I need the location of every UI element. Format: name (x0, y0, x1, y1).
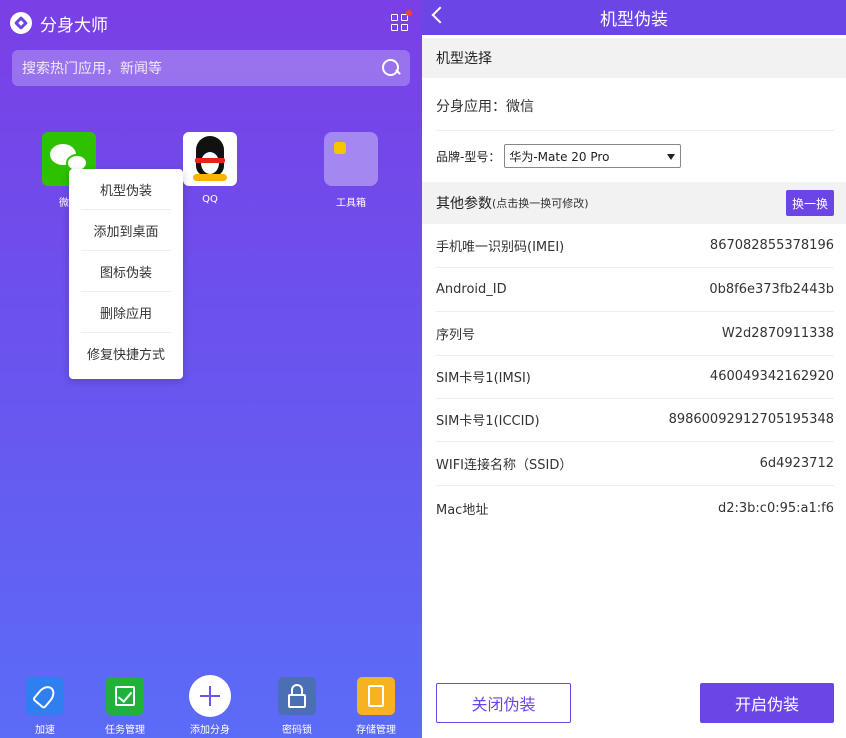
dock-storage-manager[interactable]: 存储管理 (341, 677, 411, 736)
search-icon[interactable] (382, 59, 400, 77)
param-label: SIM卡号1(IMSI) (436, 371, 531, 386)
toolbox-icon (324, 132, 378, 186)
section-other-params: 其他参数 (点击换一换可修改) (422, 182, 846, 224)
section-title: 机型选择 (436, 51, 492, 67)
param-value: d2:3b:c0:95:a1:f6 (718, 500, 834, 516)
param-row-iccid: SIM卡号1(ICCID) 89860092912705195348 (436, 398, 834, 442)
param-label: 序列号 (436, 328, 476, 343)
back-arrow-icon[interactable] (431, 6, 449, 24)
model-disguise-panel: 机型伪装 机型选择 分身应用：微信 品牌-型号： 华为-Mate 20 Pro … (422, 0, 846, 738)
notification-dot (406, 10, 412, 16)
app-header: 分身大师 (10, 10, 108, 36)
param-row-serial: 序列号 W2d2870911338 (436, 312, 834, 356)
brand-model-value: 华为-Mate 20 Pro (509, 149, 610, 164)
screen: 分身大师 搜索热门应用，新闻等 微信 QQ 工具箱 机型伪装 添加到桌面 图标伪… (0, 0, 846, 738)
close-disguise-button[interactable]: 关闭伪装 (436, 683, 571, 723)
param-row-android-id: Android_ID 0b8f6e373fb2443b (436, 268, 834, 312)
top-bar: 机型伪装 (422, 0, 846, 35)
dock-password-lock[interactable]: 密码锁 (262, 677, 332, 736)
dock-label: 密码锁 (282, 725, 312, 736)
padlock-icon (278, 677, 316, 715)
qq-icon (183, 132, 237, 186)
sd-card-icon (357, 677, 395, 715)
dock-label: 任务管理 (105, 725, 145, 736)
app-qq[interactable]: QQ (175, 132, 245, 205)
menu-item-model-disguise[interactable]: 机型伪装 (81, 169, 171, 210)
dock-label: 添加分身 (190, 725, 230, 736)
menu-item-fix-shortcut[interactable]: 修复快捷方式 (81, 333, 171, 374)
param-value: 89860092912705195348 (668, 412, 834, 427)
param-value: 0b8f6e373fb2443b (709, 282, 834, 297)
dock-add-clone[interactable]: 添加分身 (175, 675, 245, 736)
search-placeholder: 搜索热门应用，新闻等 (22, 61, 162, 77)
menu-item-add-to-desktop[interactable]: 添加到桌面 (81, 210, 171, 251)
launcher-panel: 分身大师 搜索热门应用，新闻等 微信 QQ 工具箱 机型伪装 添加到桌面 图标伪… (0, 0, 422, 738)
dropdown-arrow-icon (667, 154, 676, 160)
app-toolbox[interactable]: 工具箱 (316, 132, 386, 209)
param-label: WIFI连接名称（SSID） (436, 458, 573, 473)
brand-label: 品牌-型号： (436, 149, 501, 164)
divider (436, 130, 834, 131)
param-row-imei: 手机唯一识别码(IMEI) 867082855378196 (436, 224, 834, 268)
param-value: 6d4923712 (759, 456, 834, 471)
app-label: QQ (202, 194, 218, 205)
apps-grid-icon[interactable] (391, 10, 412, 32)
param-value: 867082855378196 (709, 238, 834, 253)
app-logo-icon (10, 12, 32, 34)
menu-item-icon-disguise[interactable]: 图标伪装 (81, 251, 171, 292)
search-bar[interactable]: 搜索热门应用，新闻等 (12, 50, 410, 86)
dock-label: 存储管理 (356, 725, 396, 736)
param-row-mac: Mac地址 d2:3b:c0:95:a1:f6 (436, 486, 834, 530)
param-value: W2d2870911338 (721, 326, 834, 341)
param-label: SIM卡号1(ICCID) (436, 414, 540, 429)
swap-button[interactable]: 换一换 (786, 190, 834, 216)
bottom-dock: 加速 任务管理 添加分身 密码锁 存储管理 (0, 675, 422, 738)
menu-item-delete-app[interactable]: 删除应用 (81, 292, 171, 333)
section-model-select: 机型选择 (422, 38, 846, 78)
context-menu: 机型伪装 添加到桌面 图标伪装 删除应用 修复快捷方式 (69, 169, 183, 379)
param-row-ssid: WIFI连接名称（SSID） 6d4923712 (436, 442, 834, 486)
rocket-icon (26, 677, 64, 715)
dock-speedup[interactable]: 加速 (10, 677, 80, 736)
app-label: 工具箱 (336, 198, 366, 209)
param-label: 手机唯一识别码(IMEI) (436, 240, 565, 255)
param-label: Android_ID (436, 282, 507, 297)
clone-app-text: 分身应用：微信 (436, 99, 534, 115)
dock-label: 加速 (35, 725, 55, 736)
plus-icon (189, 675, 231, 717)
page-title: 机型伪装 (600, 10, 668, 30)
param-row-imsi: SIM卡号1(IMSI) 460049342162920 (436, 355, 834, 399)
brand-model-select[interactable]: 华为-Mate 20 Pro (504, 144, 682, 168)
param-value: 460049342162920 (709, 369, 834, 384)
brand-model-row: 品牌-型号： 华为-Mate 20 Pro (436, 144, 682, 168)
section-note: (点击换一换可修改) (492, 197, 589, 210)
app-title: 分身大师 (40, 15, 108, 36)
open-disguise-button[interactable]: 开启伪装 (700, 683, 834, 723)
dock-task-manager[interactable]: 任务管理 (90, 677, 160, 736)
param-label: Mac地址 (436, 502, 489, 518)
checkbox-icon (106, 677, 144, 715)
section-title: 其他参数 (436, 196, 492, 212)
